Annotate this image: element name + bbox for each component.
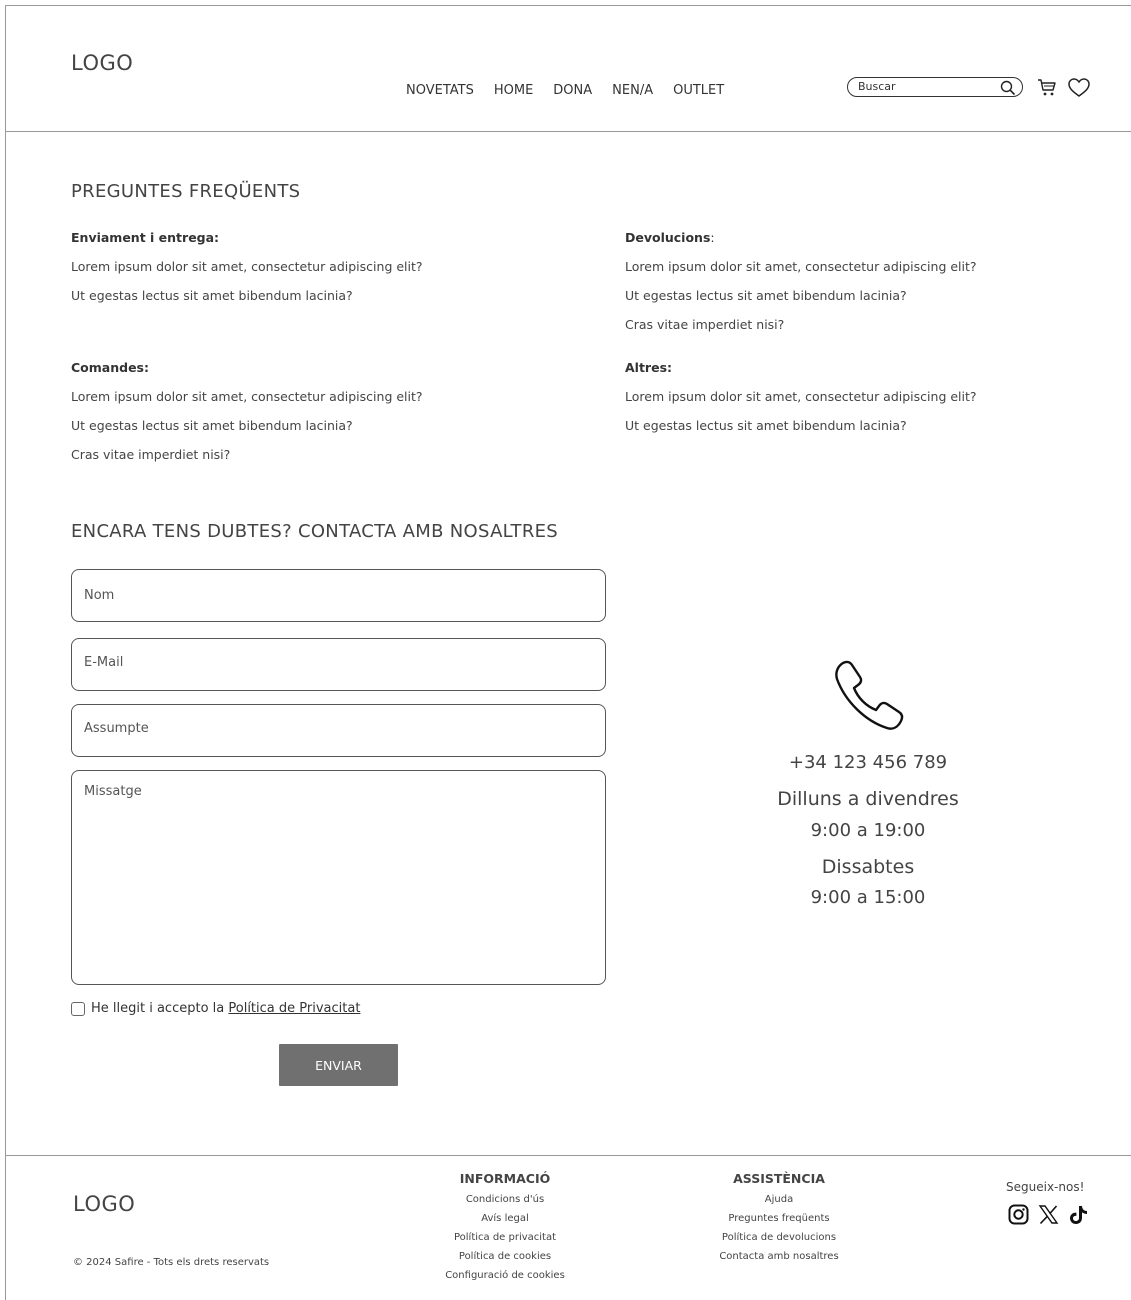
name-field[interactable]: Nom [71,569,606,622]
faq-returns-heading: Devolucions [625,230,711,245]
contact-weekdays-hours: 9:00 a 19:00 [810,820,926,841]
faq-shipping: Enviament i entrega: Lorem ipsum dolor s… [71,223,423,310]
faq-question[interactable]: Ut egestas lectus sit amet bibendum laci… [625,411,977,440]
contact-weekdays: Dilluns a divendres [777,788,959,810]
search-input[interactable]: Buscar [847,77,1023,97]
privacy-consent-label: He llegit i accepto la Política de Priva… [91,1001,360,1016]
faq-question[interactable]: Ut egestas lectus sit amet bibendum laci… [625,281,977,310]
heart-icon[interactable] [1068,78,1090,98]
privacy-checkbox[interactable] [71,1002,85,1016]
contact-saturday-hours: 9:00 a 15:00 [810,887,926,908]
instagram-icon[interactable] [1008,1204,1029,1225]
copyright: © 2024 Safire - Tots els drets reservats [73,1257,270,1268]
header-divider [6,131,1131,132]
footer-link[interactable]: Preguntes freqüents [698,1209,860,1228]
footer-link[interactable]: Condicions d'ús [424,1190,586,1209]
footer-info-column: INFORMACIÓ Condicions d'ús Avís legal Po… [424,1170,586,1285]
faq-orders: Comandes: Lorem ipsum dolor sit amet, co… [71,353,423,469]
faq-returns-colon: : [710,230,715,245]
contact-form-title: ENCARA TENS DUBTES? CONTACTA AMB NOSALTR… [71,521,559,542]
footer-info-heading: INFORMACIÓ [459,1171,551,1186]
faq-question[interactable]: Lorem ipsum dolor sit amet, consectetur … [71,252,423,281]
x-icon[interactable] [1038,1204,1059,1225]
faq-others-heading: Altres: [625,360,673,375]
faq-question[interactable]: Lorem ipsum dolor sit amet, consectetur … [625,382,977,411]
message-placeholder: Missatge [84,784,142,799]
subject-field[interactable]: Assumpte [71,704,606,757]
footer-link[interactable]: Ajuda [698,1190,860,1209]
header-logo[interactable]: LOGO [71,51,133,75]
faq-orders-heading: Comandes: [71,360,149,375]
faq-others: Altres: Lorem ipsum dolor sit amet, cons… [625,353,977,440]
footer-link[interactable]: Política de privacitat [424,1228,586,1247]
message-field[interactable]: Missatge [71,770,606,985]
search-placeholder: Buscar [858,80,896,93]
contact-saturday: Dissabtes [821,856,915,878]
nav-item-dona[interactable]: DONA [553,83,592,98]
contact-phone[interactable]: +34 123 456 789 [740,752,996,773]
name-placeholder: Nom [84,588,115,603]
nav-item-home[interactable]: HOME [494,83,533,98]
faq-shipping-heading: Enviament i entrega: [71,230,220,245]
footer-link[interactable]: Contacta amb nosaltres [698,1247,860,1266]
faq-question[interactable]: Cras vitae imperdiet nisi? [625,310,977,339]
footer-logo[interactable]: LOGO [73,1192,135,1216]
faq-question[interactable]: Ut egestas lectus sit amet bibendum laci… [71,281,423,310]
footer-link[interactable]: Avís legal [424,1209,586,1228]
faq-returns: Devolucions: Lorem ipsum dolor sit amet,… [625,223,977,339]
follow-us-label: Segueix-nos! [1006,1180,1085,1194]
consent-prefix: He llegit i accepto la [91,1001,229,1016]
faq-title: PREGUNTES FREQÜENTS [71,181,301,202]
faq-question[interactable]: Lorem ipsum dolor sit amet, consectetur … [625,252,977,281]
faq-question[interactable]: Lorem ipsum dolor sit amet, consectetur … [71,382,423,411]
submit-button[interactable]: ENVIAR [279,1044,398,1086]
nav-item-outlet[interactable]: OUTLET [673,83,724,98]
nav-item-novetats[interactable]: NOVETATS [406,83,474,98]
main-nav: NOVETATS HOME DONA NEN/A OUTLET [406,83,744,98]
footer-divider [6,1155,1131,1156]
footer-support-column: ASSISTÈNCIA Ajuda Preguntes freqüents Po… [698,1170,860,1266]
privacy-policy-link[interactable]: Política de Privacitat [228,1001,360,1016]
footer-link[interactable]: Política de devolucions [698,1228,860,1247]
footer-link[interactable]: Política de cookies [424,1247,586,1266]
email-placeholder: E-Mail [84,655,124,670]
cart-icon[interactable] [1037,77,1057,97]
faq-question[interactable]: Cras vitae imperdiet nisi? [71,440,423,469]
tiktok-icon[interactable] [1068,1204,1089,1225]
phone-icon [835,660,904,730]
email-field[interactable]: E-Mail [71,638,606,691]
footer-support-heading: ASSISTÈNCIA [733,1171,825,1186]
nav-item-nena[interactable]: NEN/A [612,83,653,98]
footer-link[interactable]: Configuració de cookies [424,1266,586,1285]
faq-question[interactable]: Ut egestas lectus sit amet bibendum laci… [71,411,423,440]
search-icon[interactable] [1000,80,1016,96]
subject-placeholder: Assumpte [84,721,149,736]
